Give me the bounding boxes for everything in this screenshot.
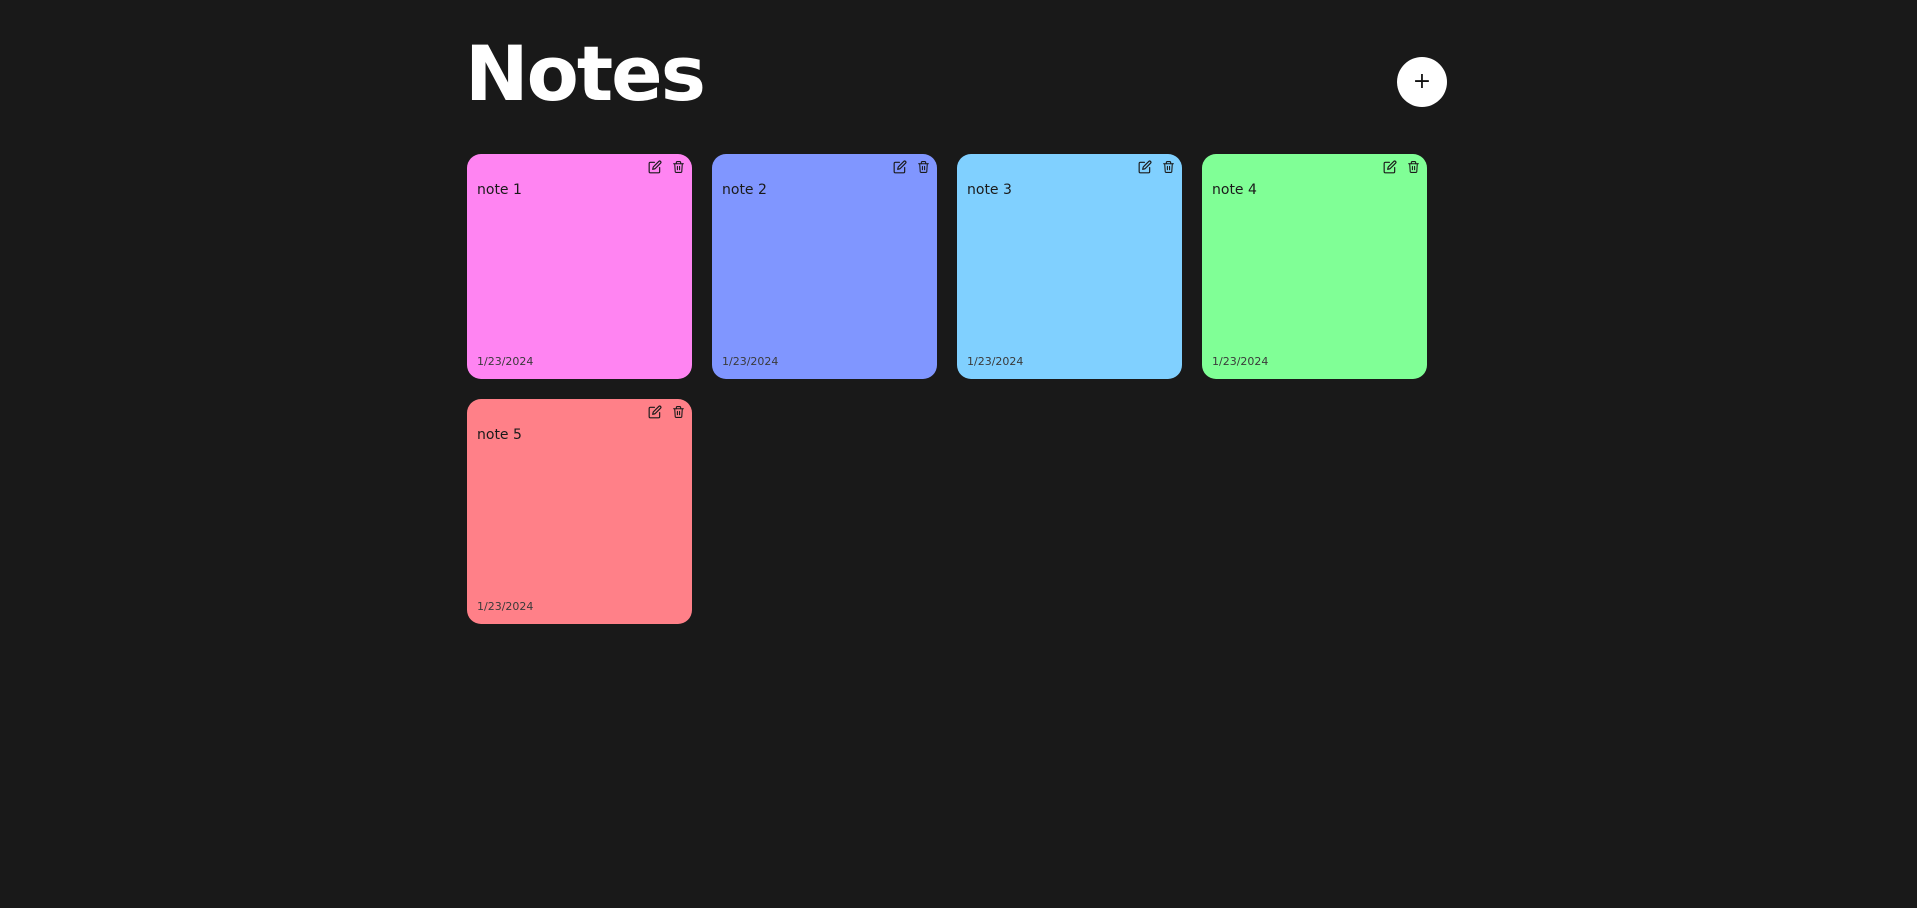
notes-page: Notes + note 1 1/23/2024 note 2 1/23/202… [0, 0, 1917, 908]
note-actions [647, 159, 686, 175]
note-text: note 2 [722, 182, 767, 198]
notes-grid: note 1 1/23/2024 note 2 1/23/2024 note 3… [467, 154, 1447, 624]
note-text: note 5 [477, 427, 522, 443]
note-text: note 4 [1212, 182, 1257, 198]
trash-icon[interactable] [670, 404, 686, 420]
note-card[interactable]: note 5 1/23/2024 [467, 399, 692, 624]
trash-icon[interactable] [915, 159, 931, 175]
note-actions [892, 159, 931, 175]
trash-icon[interactable] [1405, 159, 1421, 175]
note-actions [1137, 159, 1176, 175]
edit-icon[interactable] [647, 159, 663, 175]
note-text: note 3 [967, 182, 1012, 198]
note-date: 1/23/2024 [477, 355, 534, 368]
edit-icon[interactable] [1382, 159, 1398, 175]
note-date: 1/23/2024 [967, 355, 1024, 368]
note-card[interactable]: note 3 1/23/2024 [957, 154, 1182, 379]
note-date: 1/23/2024 [1212, 355, 1269, 368]
edit-icon[interactable] [1137, 159, 1153, 175]
note-actions [647, 404, 686, 420]
plus-icon: + [1412, 69, 1432, 94]
note-card[interactable]: note 2 1/23/2024 [712, 154, 937, 379]
page-title: Notes [465, 29, 706, 118]
note-date: 1/23/2024 [722, 355, 779, 368]
edit-icon[interactable] [647, 404, 663, 420]
note-actions [1382, 159, 1421, 175]
edit-icon[interactable] [892, 159, 908, 175]
add-note-button[interactable]: + [1397, 57, 1447, 107]
note-text: note 1 [477, 182, 522, 198]
note-card[interactable]: note 4 1/23/2024 [1202, 154, 1427, 379]
note-date: 1/23/2024 [477, 600, 534, 613]
note-card[interactable]: note 1 1/23/2024 [467, 154, 692, 379]
trash-icon[interactable] [670, 159, 686, 175]
trash-icon[interactable] [1160, 159, 1176, 175]
